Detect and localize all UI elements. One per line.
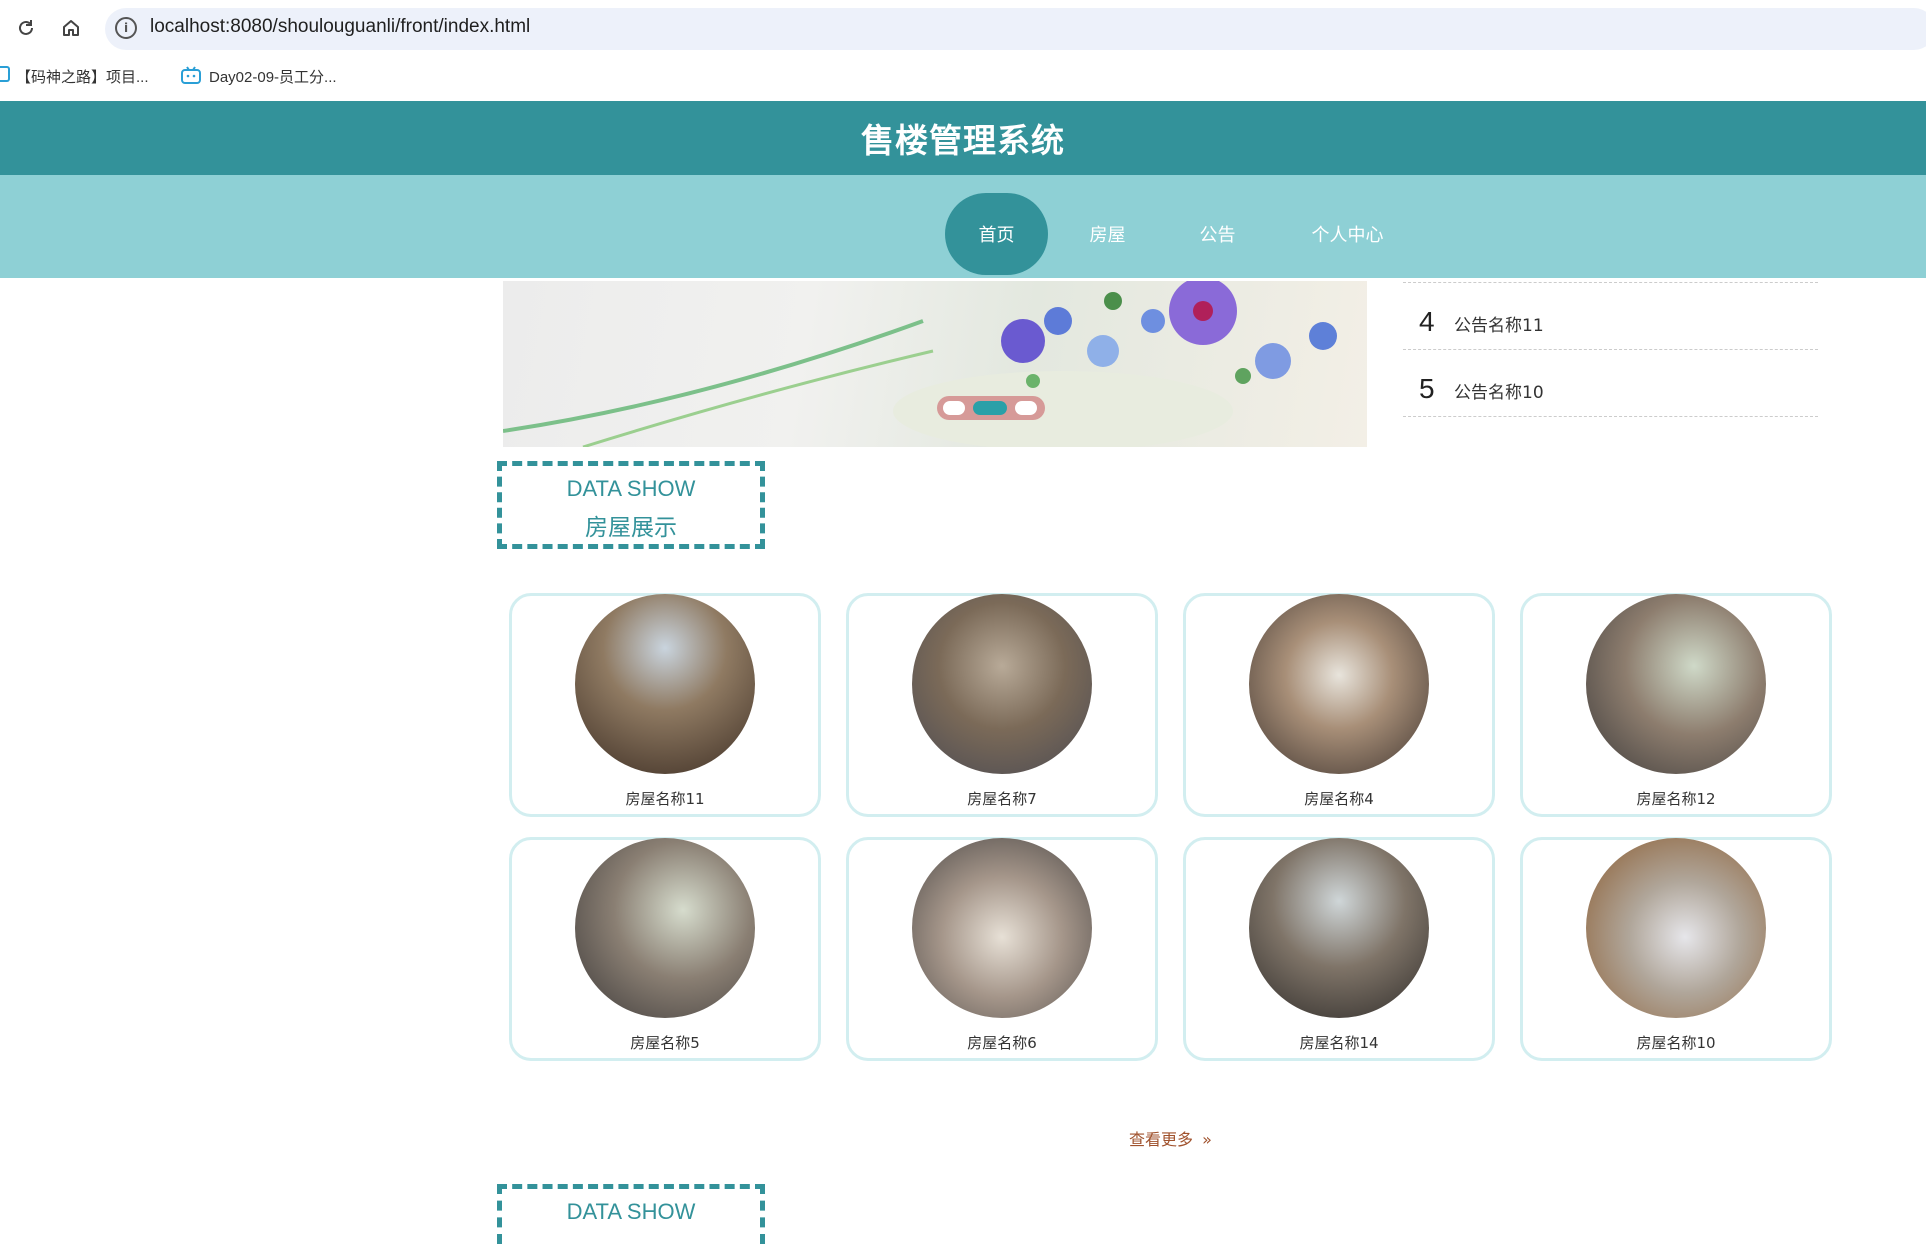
site-info-icon[interactable]: i [115, 17, 137, 39]
house-name[interactable]: 房屋名称4 [1183, 788, 1495, 809]
house-name[interactable]: 房屋名称6 [846, 1032, 1158, 1053]
notice-divider [1403, 349, 1818, 350]
house-photo[interactable] [575, 594, 755, 774]
notice-title[interactable]: 公告名称10 [1454, 378, 1544, 403]
house-name[interactable]: 房屋名称12 [1520, 788, 1832, 809]
carousel-dot[interactable] [1015, 401, 1037, 415]
house-name[interactable]: 房屋名称5 [509, 1032, 821, 1053]
house-name[interactable]: 房屋名称11 [509, 788, 821, 809]
site-title: 售楼管理系统 [861, 121, 1065, 160]
bilibili-icon [181, 66, 201, 88]
nav-notice[interactable]: 公告 [1180, 193, 1255, 275]
section-title-cn: 房屋展示 [585, 515, 677, 541]
house-name[interactable]: 房屋名称14 [1183, 1032, 1495, 1053]
house-photo[interactable] [575, 838, 755, 1018]
view-more-label: 查看更多 [1129, 1130, 1194, 1149]
section-title-en: DATA SHOW [566, 476, 696, 501]
nav-house[interactable]: 房屋 [1070, 193, 1145, 275]
house-photo[interactable] [1249, 594, 1429, 774]
notice-title[interactable]: 公告名称11 [1454, 311, 1544, 336]
nav-home[interactable]: 首页 [945, 193, 1048, 275]
notice-divider [1403, 416, 1818, 417]
home-icon[interactable] [57, 14, 85, 42]
house-photo[interactable] [1586, 594, 1766, 774]
double-chevron-right-icon: » [1202, 1130, 1212, 1149]
house-photo[interactable] [912, 594, 1092, 774]
bookmark-item[interactable]: 【码神之路】项目... [16, 66, 149, 87]
carousel-dot-active[interactable] [973, 401, 1007, 415]
house-name[interactable]: 房屋名称10 [1520, 1032, 1832, 1053]
house-name[interactable]: 房屋名称7 [846, 788, 1158, 809]
notice-number: 4 [1419, 306, 1435, 337]
section-title-en: DATA SHOW [566, 1199, 696, 1224]
banner-image[interactable] [503, 281, 1367, 447]
view-more-link[interactable]: 查看更多 » [1129, 1126, 1212, 1150]
url-text[interactable]: localhost:8080/shoulouguanli/front/index… [150, 16, 530, 38]
reload-icon[interactable] [12, 14, 40, 42]
nav-user-center[interactable]: 个人中心 [1300, 193, 1395, 275]
carousel-dot[interactable] [943, 401, 965, 415]
notice-divider [1403, 282, 1818, 283]
house-photo[interactable] [1249, 838, 1429, 1018]
bookmark-icon [0, 66, 10, 82]
bookmark-item[interactable]: Day02-09-员工分... [209, 66, 337, 87]
house-photo[interactable] [912, 838, 1092, 1018]
notice-number: 5 [1419, 373, 1435, 404]
house-photo[interactable] [1586, 838, 1766, 1018]
